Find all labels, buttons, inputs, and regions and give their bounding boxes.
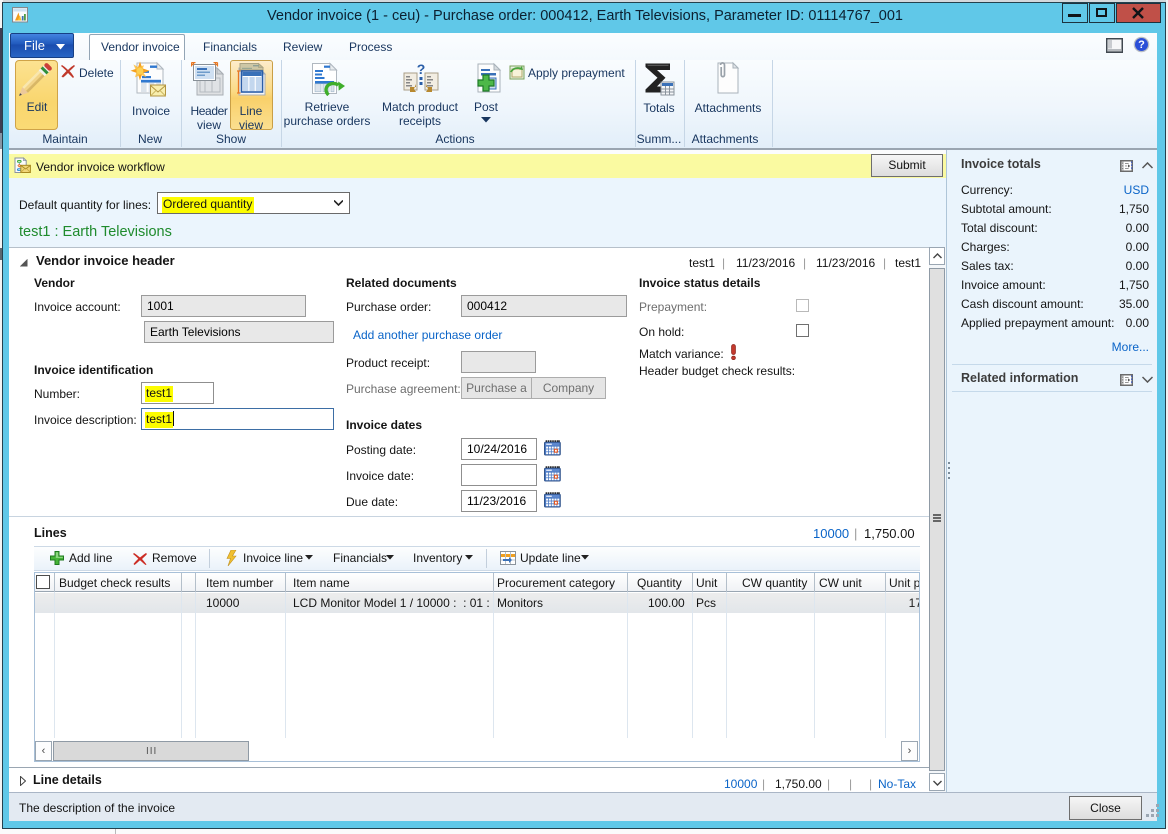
svg-text:?: ? <box>1138 39 1145 51</box>
svg-text:?: ? <box>417 63 426 77</box>
